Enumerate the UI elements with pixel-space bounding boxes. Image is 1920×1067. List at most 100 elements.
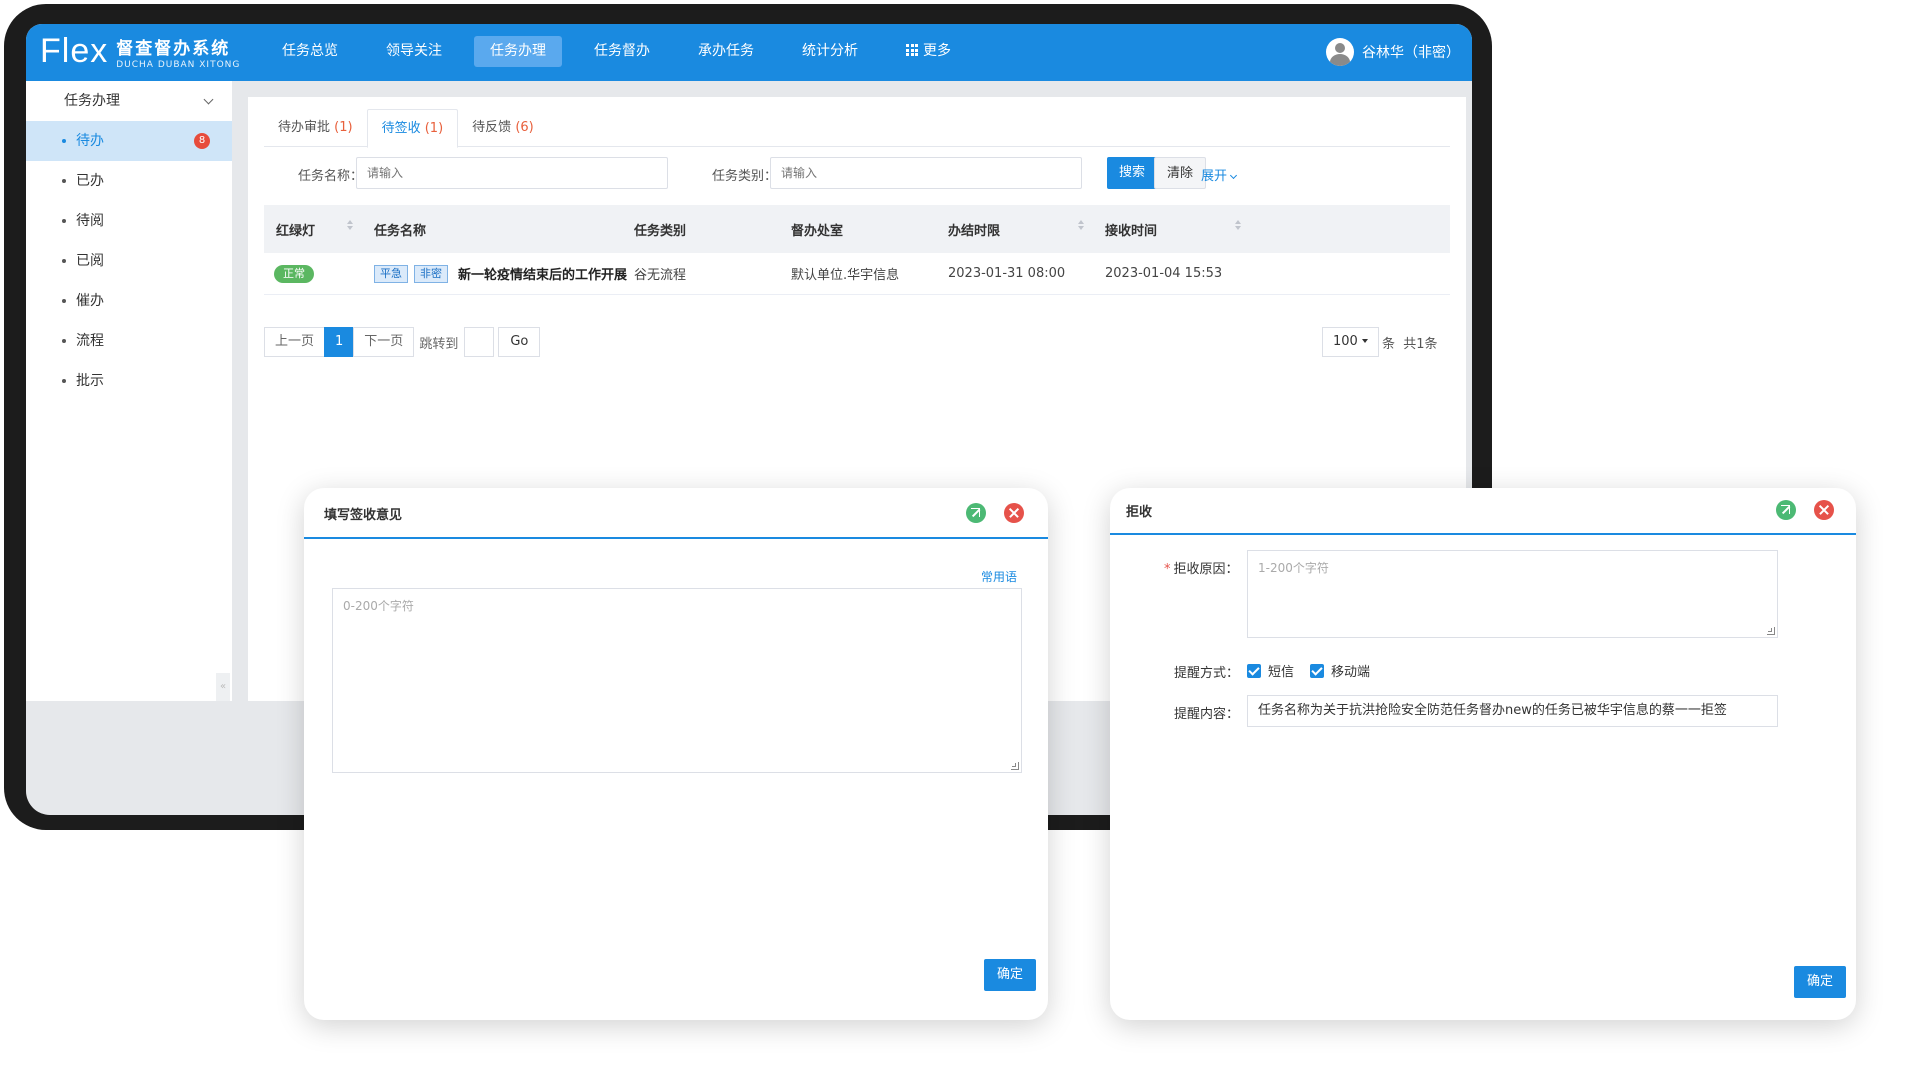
- secrecy-tag: 非密: [414, 264, 448, 283]
- sidebar-item-label: 批示: [76, 373, 104, 389]
- chevron-down-icon: [1229, 171, 1238, 180]
- nav-item-overview[interactable]: 任务总览: [266, 36, 354, 67]
- remind-mobile-option[interactable]: 移动端: [1310, 661, 1370, 680]
- supervising-office: 默认单位.华宇信息: [791, 268, 900, 283]
- sidebar-item-label: 待阅: [76, 213, 104, 229]
- task-type-input[interactable]: [770, 157, 1082, 189]
- column-header[interactable]: 办结时限: [936, 205, 1093, 253]
- task-type-label: 任务类别：: [712, 169, 778, 184]
- close-icon[interactable]: [1814, 500, 1834, 520]
- sidebar-item-done[interactable]: 已办: [26, 161, 232, 201]
- common-phrases-link[interactable]: 常用语: [981, 568, 1017, 585]
- sidebar-item-urge[interactable]: 催办: [26, 281, 232, 321]
- tab-count: (1): [334, 120, 353, 135]
- status-badge: 正常: [274, 264, 314, 283]
- column-header[interactable]: 红绿灯: [264, 205, 362, 253]
- sidebar-item-label: 待办: [76, 133, 104, 149]
- column-label: 任务类别: [634, 223, 687, 239]
- resize-handle-icon[interactable]: [1767, 627, 1775, 635]
- task-title-link[interactable]: 新一轮疫情结束后的工作开展: [458, 264, 627, 283]
- dialog-header: 填写签收意见: [304, 488, 1048, 539]
- tab-pending-approval[interactable]: 待办审批 (1): [264, 109, 367, 147]
- remind-method-label: 提醒方式：: [1174, 666, 1240, 681]
- tab-pending-sign[interactable]: 待签收 (1): [366, 109, 459, 148]
- sidebar-item-label: 已阅: [76, 253, 104, 269]
- total-label: 共1条: [1403, 337, 1438, 352]
- sidebar-item-todo[interactable]: 待办 8: [26, 121, 232, 161]
- table-header: 红绿灯 任务名称 任务类别 督办处室 办结时限 接收时间: [264, 205, 1450, 253]
- prev-page-button[interactable]: 上一页: [264, 327, 326, 357]
- maximize-icon[interactable]: [1776, 500, 1796, 520]
- remind-content-input[interactable]: 任务名称为关于抗洪抢险安全防范任务督办new的任务已被华宇信息的蔡一一拒签: [1247, 695, 1778, 727]
- reject-reason-textarea[interactable]: 1-200个字符: [1247, 550, 1778, 638]
- sidebar-collapse-button[interactable]: «: [216, 673, 230, 701]
- sidebar-item-process[interactable]: 流程: [26, 321, 232, 361]
- tab-count: (6): [515, 120, 534, 135]
- sidebar-item-to-read[interactable]: 待阅: [26, 201, 232, 241]
- nav-item-task-supervision[interactable]: 任务督办: [578, 36, 666, 67]
- unit-label: 条: [1382, 337, 1396, 352]
- column-header: 任务名称: [362, 205, 622, 253]
- task-name-input[interactable]: [356, 157, 668, 189]
- tab-count: (1): [424, 121, 444, 136]
- sidebar-header-label: 任务办理: [64, 93, 120, 109]
- label-text: 拒收原因：: [1173, 562, 1239, 577]
- checkbox-checked-icon[interactable]: [1247, 663, 1261, 678]
- column-label: 办结时限: [948, 223, 1001, 239]
- task-category: 谷无流程: [634, 268, 687, 283]
- maximize-icon[interactable]: [966, 503, 986, 523]
- confirm-button[interactable]: 确定: [1794, 966, 1847, 998]
- close-icon[interactable]: [1004, 503, 1024, 523]
- dialog-header: 拒收: [1110, 488, 1856, 535]
- checkbox-checked-icon[interactable]: [1310, 663, 1325, 678]
- remind-sms-option[interactable]: 短信: [1247, 661, 1294, 680]
- nav-item-more[interactable]: 更多: [890, 36, 967, 67]
- task-tabs: 待办审批 (1) 待签收 (1) 待反馈 (6): [264, 109, 1450, 148]
- sidebar-header[interactable]: 任务办理: [26, 81, 232, 121]
- top-nav-bar: Flex 督查督办系统 DUCHA DUBAN XITONG 任务总览 领导关注…: [26, 24, 1472, 81]
- reject-dialog: 拒收 * 拒收原因： 1-200个字符 提醒方式： 短信 移动端 提醒内容： 任务…: [1110, 488, 1856, 1020]
- sign-opinion-textarea[interactable]: 0-200个字符: [332, 588, 1022, 773]
- option-label: 移动端: [1331, 665, 1371, 680]
- textarea-placeholder: 1-200个字符: [1258, 561, 1329, 575]
- clear-button[interactable]: 清除: [1154, 157, 1207, 189]
- column-header[interactable]: 接收时间: [1093, 205, 1250, 253]
- app-title-en: DUCHA DUBAN XITONG: [116, 59, 241, 70]
- next-page-button[interactable]: 下一页: [353, 327, 415, 357]
- tab-label: 待签收: [381, 121, 421, 136]
- nav-item-leader-focus[interactable]: 领导关注: [370, 36, 458, 67]
- confirm-button[interactable]: 确定: [984, 959, 1037, 991]
- stage: Flex 督查督办系统 DUCHA DUBAN XITONG 任务总览 领导关注…: [0, 0, 1920, 1067]
- table-row[interactable]: 正常 平急 非密 新一轮疫情结束后的工作开展 谷无流程 默认单位.华宇信息 20…: [264, 253, 1450, 295]
- resize-handle-icon[interactable]: [1011, 762, 1019, 770]
- dialog-title: 填写签收意见: [324, 508, 403, 523]
- expand-label: 展开: [1201, 169, 1228, 184]
- task-name-label: 任务名称：: [298, 169, 364, 184]
- app-logo: Flex 督查督办系统 DUCHA DUBAN XITONG: [40, 32, 240, 71]
- sidebar-item-read[interactable]: 已阅: [26, 241, 232, 281]
- option-label: 短信: [1268, 665, 1295, 680]
- nav-item-task-handling[interactable]: 任务办理: [474, 36, 562, 67]
- page-size-select[interactable]: 100: [1322, 327, 1379, 357]
- sidebar-item-instructions[interactable]: 批示: [26, 361, 232, 401]
- jump-page-input[interactable]: [464, 327, 495, 357]
- page-size-value: 100: [1333, 334, 1358, 349]
- chevron-down-icon: [203, 94, 214, 105]
- grid-icon: [906, 44, 918, 56]
- tab-pending-feedback[interactable]: 待反馈 (6): [458, 109, 548, 147]
- nav-item-undertaken-tasks[interactable]: 承办任务: [682, 36, 770, 67]
- column-label: 督办处室: [791, 223, 844, 239]
- required-mark: *: [1164, 562, 1171, 577]
- search-button[interactable]: 搜索: [1107, 157, 1158, 189]
- page-number-button[interactable]: 1: [324, 327, 355, 357]
- nav-item-statistics[interactable]: 统计分析: [786, 36, 874, 67]
- expand-link[interactable]: 展开: [1201, 165, 1238, 184]
- sidebar-item-label: 流程: [76, 333, 104, 349]
- user-menu[interactable]: 谷林华（非密）: [1326, 38, 1460, 66]
- total-count: 条 共1条: [1382, 333, 1438, 352]
- sidebar-item-label: 已办: [76, 173, 104, 189]
- avatar: [1326, 38, 1354, 66]
- sidebar-item-label: 催办: [76, 293, 104, 309]
- remind-content-label: 提醒内容：: [1174, 707, 1240, 722]
- go-button[interactable]: Go: [498, 327, 541, 357]
